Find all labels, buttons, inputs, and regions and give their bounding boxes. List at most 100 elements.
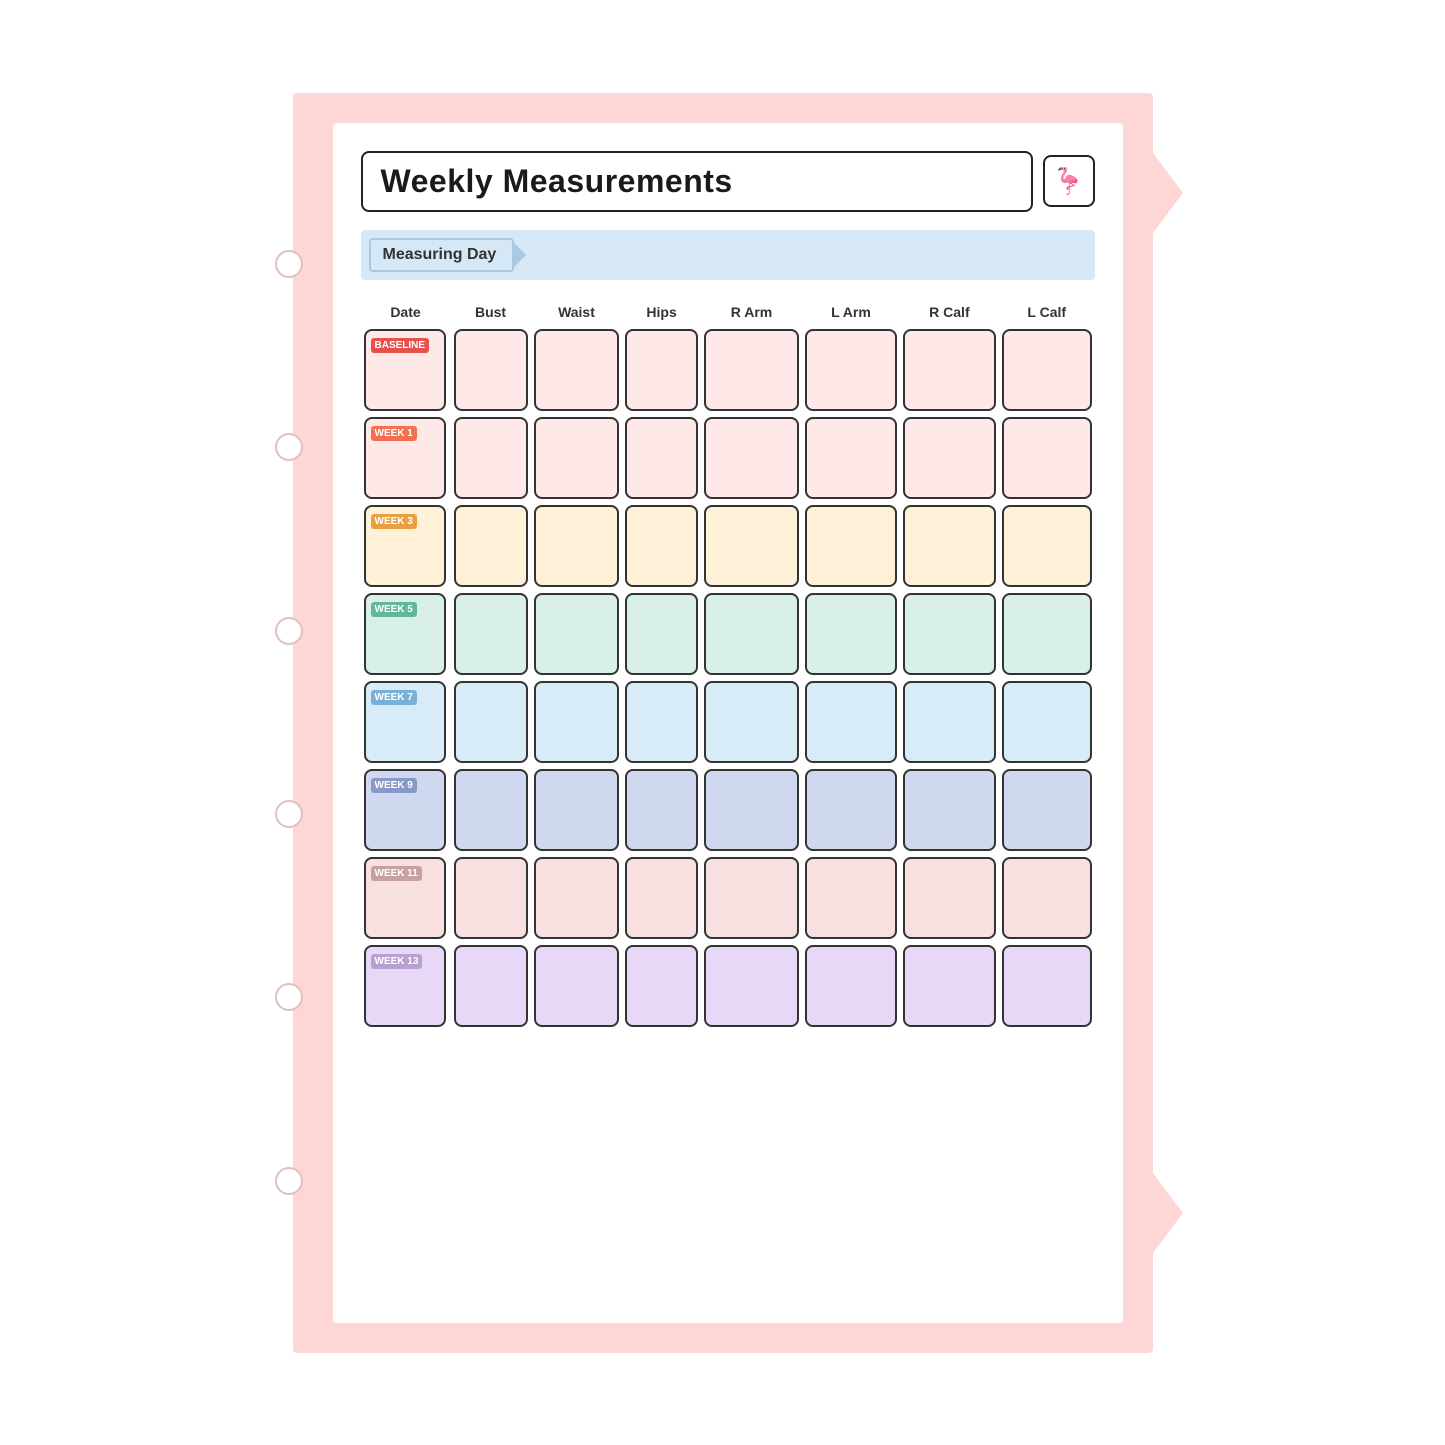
hips-cell-row-6[interactable] <box>622 854 700 942</box>
l-calf-cell-row-6[interactable] <box>999 854 1095 942</box>
r-calf-cell-row-1[interactable] <box>900 414 999 502</box>
col-header-r-arm: R Arm <box>701 298 802 326</box>
bust-cell-row-1[interactable] <box>451 414 531 502</box>
col-header-r-calf: R Calf <box>900 298 999 326</box>
table-row: WEEK 13 <box>361 942 1095 1030</box>
r-calf-cell-row-5[interactable] <box>900 766 999 854</box>
waist-cell-row-0[interactable] <box>531 326 623 414</box>
bust-cell-row-5[interactable] <box>451 766 531 854</box>
table-row: WEEK 7 <box>361 678 1095 766</box>
l-arm-cell-row-1[interactable] <box>802 414 900 502</box>
bust-cell-row-7[interactable] <box>451 942 531 1030</box>
hole-1 <box>275 250 303 278</box>
waist-cell-row-2[interactable] <box>531 502 623 590</box>
r-arm-cell-row-2[interactable] <box>701 502 802 590</box>
r-arm-cell-row-1[interactable] <box>701 414 802 502</box>
date-cell-1[interactable]: WEEK 1 <box>361 414 451 502</box>
hole-3 <box>275 617 303 645</box>
r-arm-cell-row-4[interactable] <box>701 678 802 766</box>
r-calf-cell-row-6[interactable] <box>900 854 999 942</box>
tab-top <box>1153 153 1183 233</box>
hips-cell-row-5[interactable] <box>622 766 700 854</box>
l-arm-cell-row-0[interactable] <box>802 326 900 414</box>
hole-2 <box>275 433 303 461</box>
r-arm-cell-row-7[interactable] <box>701 942 802 1030</box>
l-calf-cell-row-2[interactable] <box>999 502 1095 590</box>
waist-cell-row-5[interactable] <box>531 766 623 854</box>
date-cell-2[interactable]: WEEK 3 <box>361 502 451 590</box>
date-cell-4[interactable]: WEEK 7 <box>361 678 451 766</box>
tab-bottom <box>1153 1173 1183 1253</box>
row-label-1: WEEK 1 <box>371 426 417 441</box>
date-cell-3[interactable]: WEEK 5 <box>361 590 451 678</box>
table-row: WEEK 3 <box>361 502 1095 590</box>
col-header-date: Date <box>361 298 451 326</box>
bust-cell-row-2[interactable] <box>451 502 531 590</box>
flamingo-icon: 🦩 <box>1043 155 1095 207</box>
hips-cell-row-7[interactable] <box>622 942 700 1030</box>
title-box: Weekly Measurements <box>361 151 1033 212</box>
col-header-l-calf: L Calf <box>999 298 1095 326</box>
l-arm-cell-row-2[interactable] <box>802 502 900 590</box>
hole-5 <box>275 983 303 1011</box>
r-arm-cell-row-6[interactable] <box>701 854 802 942</box>
row-label-7: WEEK 13 <box>371 954 423 969</box>
r-calf-cell-row-0[interactable] <box>900 326 999 414</box>
col-header-waist: Waist <box>531 298 623 326</box>
waist-cell-row-4[interactable] <box>531 678 623 766</box>
r-calf-cell-row-3[interactable] <box>900 590 999 678</box>
table-row: WEEK 9 <box>361 766 1095 854</box>
l-arm-cell-row-3[interactable] <box>802 590 900 678</box>
hips-cell-row-0[interactable] <box>622 326 700 414</box>
l-calf-cell-row-5[interactable] <box>999 766 1095 854</box>
row-label-0: BASELINE <box>371 338 430 353</box>
l-calf-cell-row-1[interactable] <box>999 414 1095 502</box>
row-label-6: WEEK 11 <box>371 866 422 881</box>
paper-content: Weekly Measurements 🦩 Measuring Day Date… <box>333 123 1123 1323</box>
table-header-row: Date Bust Waist Hips R Arm L Arm R Calf … <box>361 298 1095 326</box>
r-arm-cell-row-0[interactable] <box>701 326 802 414</box>
r-arm-cell-row-5[interactable] <box>701 766 802 854</box>
measuring-day-label: Measuring Day <box>383 246 497 264</box>
waist-cell-row-3[interactable] <box>531 590 623 678</box>
bust-cell-row-0[interactable] <box>451 326 531 414</box>
hole-4 <box>275 800 303 828</box>
r-calf-cell-row-7[interactable] <box>900 942 999 1030</box>
l-arm-cell-row-5[interactable] <box>802 766 900 854</box>
l-arm-cell-row-4[interactable] <box>802 678 900 766</box>
waist-cell-row-1[interactable] <box>531 414 623 502</box>
r-calf-cell-row-2[interactable] <box>900 502 999 590</box>
waist-cell-row-7[interactable] <box>531 942 623 1030</box>
bust-cell-row-6[interactable] <box>451 854 531 942</box>
bust-cell-row-4[interactable] <box>451 678 531 766</box>
r-calf-cell-row-4[interactable] <box>900 678 999 766</box>
hips-cell-row-2[interactable] <box>622 502 700 590</box>
measuring-day-banner: Measuring Day <box>361 230 1095 280</box>
bust-cell-row-3[interactable] <box>451 590 531 678</box>
row-label-2: WEEK 3 <box>371 514 417 529</box>
col-header-hips: Hips <box>622 298 700 326</box>
col-header-l-arm: L Arm <box>802 298 900 326</box>
hips-cell-row-3[interactable] <box>622 590 700 678</box>
l-calf-cell-row-7[interactable] <box>999 942 1095 1030</box>
row-label-4: WEEK 7 <box>371 690 417 705</box>
table-row: WEEK 1 <box>361 414 1095 502</box>
hole-6 <box>275 1167 303 1195</box>
page-title: Weekly Measurements <box>381 163 733 199</box>
l-arm-cell-row-7[interactable] <box>802 942 900 1030</box>
l-calf-cell-row-0[interactable] <box>999 326 1095 414</box>
table-row: BASELINE <box>361 326 1095 414</box>
date-cell-5[interactable]: WEEK 9 <box>361 766 451 854</box>
hips-cell-row-1[interactable] <box>622 414 700 502</box>
date-cell-7[interactable]: WEEK 13 <box>361 942 451 1030</box>
waist-cell-row-6[interactable] <box>531 854 623 942</box>
hole-punches <box>275 93 303 1353</box>
l-calf-cell-row-4[interactable] <box>999 678 1095 766</box>
hips-cell-row-4[interactable] <box>622 678 700 766</box>
col-header-bust: Bust <box>451 298 531 326</box>
l-calf-cell-row-3[interactable] <box>999 590 1095 678</box>
r-arm-cell-row-3[interactable] <box>701 590 802 678</box>
date-cell-6[interactable]: WEEK 11 <box>361 854 451 942</box>
l-arm-cell-row-6[interactable] <box>802 854 900 942</box>
date-cell-0[interactable]: BASELINE <box>361 326 451 414</box>
